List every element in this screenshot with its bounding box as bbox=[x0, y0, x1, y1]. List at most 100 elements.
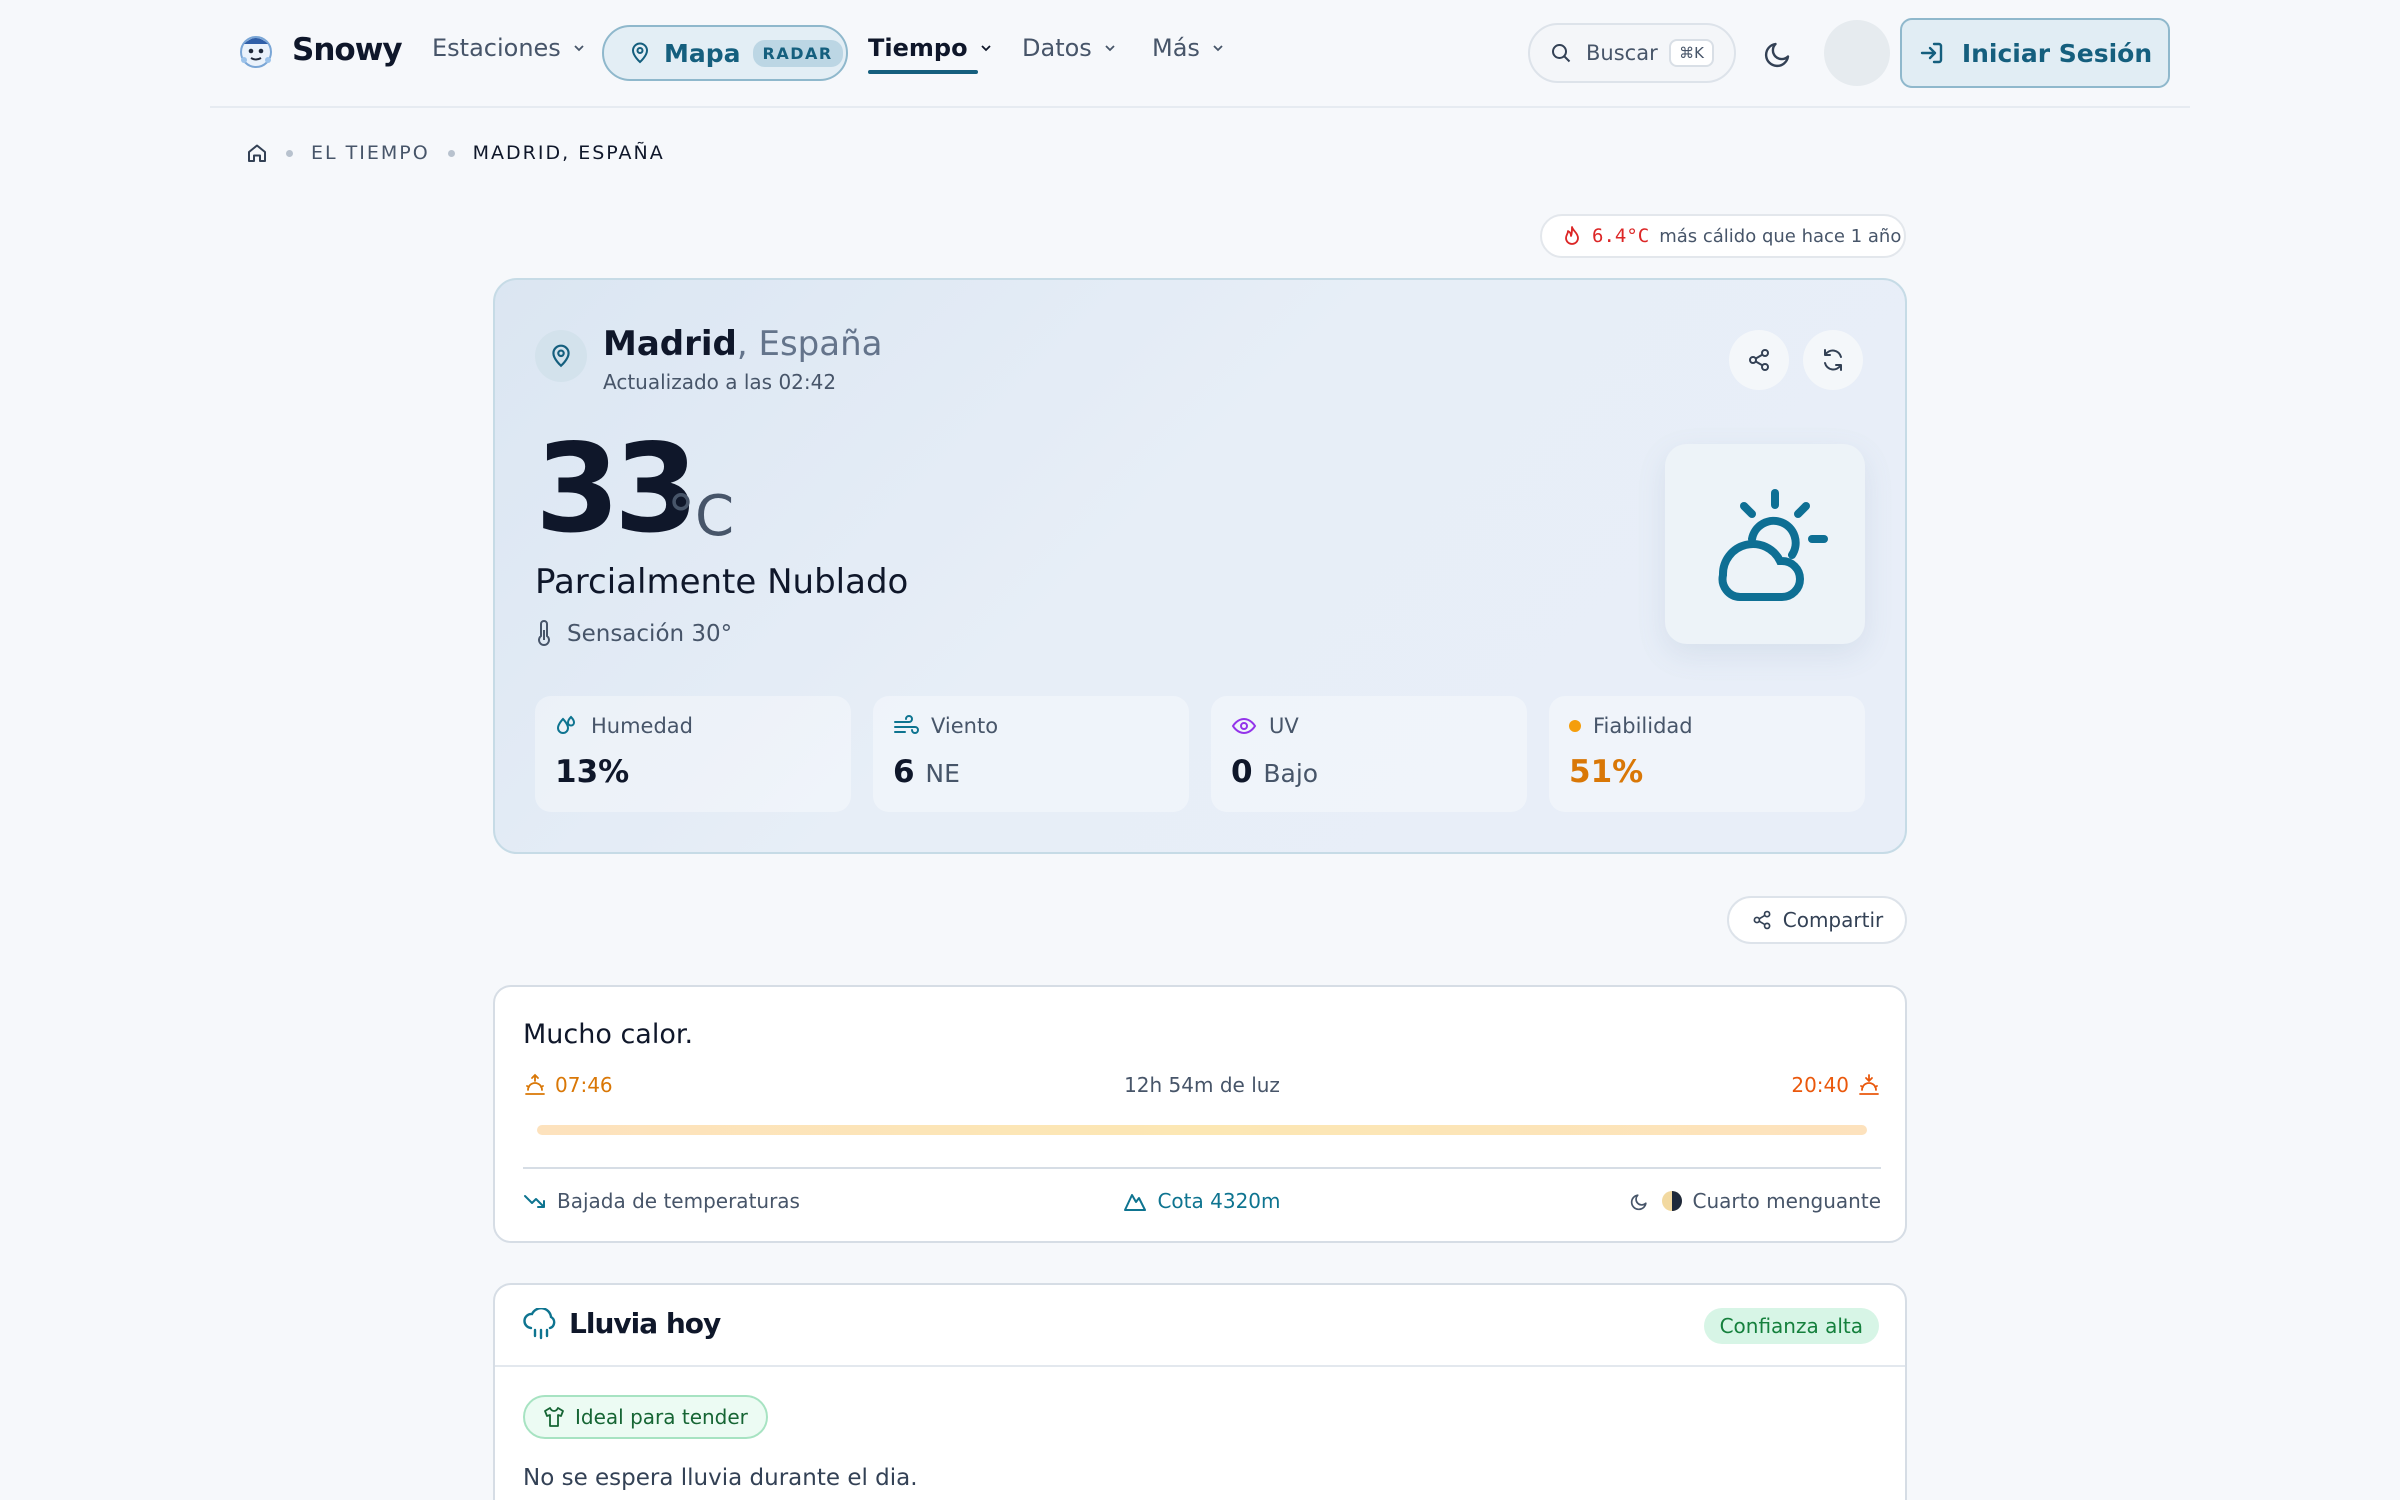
share-icon bbox=[1749, 349, 1769, 371]
chevron-down-icon bbox=[1213, 45, 1223, 52]
login-icon bbox=[1920, 42, 1943, 64]
uv-level: Bajo bbox=[1263, 759, 1319, 788]
location-name: Madrid, España bbox=[603, 324, 883, 364]
chevron-down-icon bbox=[980, 45, 991, 52]
avatar[interactable] bbox=[1824, 20, 1890, 86]
rain-title-label: Lluvia hoy bbox=[569, 1307, 721, 1340]
nav-datos-label: Datos bbox=[1022, 34, 1092, 62]
nav-mapa-label: Mapa bbox=[664, 38, 741, 68]
active-tab-indicator bbox=[868, 70, 978, 74]
laundry-tag: Ideal para tender bbox=[523, 1395, 768, 1439]
wind-direction: NE bbox=[925, 759, 960, 788]
map-pin-icon bbox=[631, 42, 649, 64]
reliability-label: Fiabilidad bbox=[1593, 714, 1693, 738]
moon-phase: Cuarto menguante bbox=[1629, 1189, 1881, 1213]
nav-estaciones-label: Estaciones bbox=[432, 34, 561, 62]
uv-label: UV bbox=[1269, 714, 1299, 738]
refresh-button[interactable] bbox=[1803, 330, 1863, 390]
snow-level-label: Cota 4320m bbox=[1157, 1189, 1281, 1213]
rain-description: No se espera lluvia durante el dia. bbox=[523, 1465, 918, 1491]
weather-condition: Parcialmente Nublado bbox=[535, 562, 909, 602]
partly-cloudy-icon bbox=[1718, 489, 1828, 601]
nav-datos[interactable]: Datos bbox=[1022, 34, 1118, 62]
brand-logo[interactable]: Snowy bbox=[234, 28, 403, 72]
sunset-icon bbox=[1859, 1074, 1879, 1095]
stat-wind: Viento 6 NE bbox=[873, 696, 1189, 812]
sun-times-row: 07:46 12h 54m de luz 20:40 bbox=[523, 1073, 1881, 1103]
mountain-icon bbox=[1124, 1194, 1147, 1211]
eye-icon bbox=[1231, 717, 1257, 735]
divider bbox=[523, 1167, 1881, 1169]
chevron-down-icon bbox=[1105, 45, 1115, 52]
daily-summary-card: Mucho calor. 07:46 12h 54m de luz 20:40 … bbox=[493, 985, 1907, 1243]
wind-label: Viento bbox=[931, 714, 999, 738]
nav-tiempo-label: Tiempo bbox=[868, 34, 968, 62]
radar-badge: RADAR bbox=[752, 39, 843, 67]
nav-mapa-radar[interactable]: Mapa RADAR bbox=[602, 25, 848, 81]
rain-card-header: Lluvia hoy Confianza alta bbox=[495, 1285, 1905, 1367]
breadcrumb-separator bbox=[447, 149, 455, 157]
wind-value: 6 NE bbox=[893, 754, 960, 790]
daylight-bar bbox=[537, 1125, 1867, 1135]
refresh-icon bbox=[1824, 349, 1842, 371]
moon-icon[interactable] bbox=[1762, 36, 1796, 70]
share-button[interactable]: Compartir bbox=[1727, 896, 1907, 944]
chevron-down-icon bbox=[574, 45, 584, 52]
breadcrumb: EL TIEMPO MADRID, ESPAÑA bbox=[246, 142, 665, 164]
search-placeholder: Buscar bbox=[1586, 41, 1658, 65]
uv-value: 0 Bajo bbox=[1231, 754, 1318, 790]
summary-title: Mucho calor. bbox=[523, 1019, 694, 1050]
wind-speed: 6 bbox=[893, 754, 915, 790]
reliability-value: 51% bbox=[1569, 754, 1644, 790]
breadcrumb-current: MADRID, ESPAÑA bbox=[472, 142, 665, 164]
snowman-logo-icon bbox=[240, 36, 272, 68]
sunset: 20:40 bbox=[1791, 1073, 1881, 1097]
sunset-time: 20:40 bbox=[1791, 1073, 1849, 1097]
login-label: Iniciar Sesión bbox=[1961, 38, 2153, 68]
laundry-tag-label: Ideal para tender bbox=[575, 1405, 748, 1429]
thermometer-icon bbox=[538, 620, 550, 646]
humidity-value: 13% bbox=[555, 754, 630, 790]
home-icon[interactable] bbox=[246, 142, 268, 164]
moon-phase-icon bbox=[1661, 1191, 1682, 1211]
city-name: Madrid bbox=[603, 324, 737, 364]
summary-footer: Bajada de temperaturas Cota 4320m Cuarto… bbox=[523, 1189, 1881, 1219]
reliability-dot-icon bbox=[1569, 720, 1581, 732]
breadcrumb-section[interactable]: EL TIEMPO bbox=[311, 142, 430, 164]
daylight-duration: 12h 54m de luz bbox=[1124, 1073, 1280, 1097]
stat-uv: UV 0 Bajo bbox=[1211, 696, 1527, 812]
humidity-label: Humedad bbox=[591, 714, 694, 738]
nav-mas-label: Más bbox=[1152, 34, 1200, 62]
shirt-icon bbox=[544, 1407, 564, 1427]
nav-mas[interactable]: Más bbox=[1152, 34, 1226, 62]
rain-title: Lluvia hoy bbox=[523, 1307, 721, 1340]
search-icon bbox=[1552, 44, 1571, 63]
updated-time: Actualizado a las 02:42 bbox=[603, 370, 837, 394]
country-name: , España bbox=[736, 324, 883, 364]
moon-icon bbox=[1630, 1194, 1647, 1211]
keyboard-shortcut-hint: ⌘K bbox=[1669, 39, 1714, 67]
nav-estaciones[interactable]: Estaciones bbox=[432, 34, 587, 62]
current-weather-card: Madrid, España Actualizado a las 02:42 3… bbox=[493, 278, 1907, 854]
share-label: Compartir bbox=[1782, 908, 1884, 932]
confidence-badge: Confianza alta bbox=[1703, 1308, 1879, 1344]
rain-today-card: Lluvia hoy Confianza alta Ideal para ten… bbox=[493, 1283, 1907, 1500]
flame-icon bbox=[1565, 226, 1579, 245]
weather-icon-tile bbox=[1665, 444, 1865, 644]
location-pin-badge bbox=[535, 330, 587, 382]
year-comparison-badge: 6.4°C más cálido que hace 1 año bbox=[1540, 214, 1906, 258]
feels-like-label: Sensación 30° bbox=[567, 621, 733, 647]
share-icon bbox=[1753, 910, 1771, 930]
comparison-value: 6.4°C bbox=[1592, 225, 1650, 247]
share-icon-button[interactable] bbox=[1729, 330, 1789, 390]
login-button[interactable]: Iniciar Sesión bbox=[1900, 18, 2170, 88]
brand-name: Snowy bbox=[292, 32, 403, 68]
cloud-rain-icon bbox=[523, 1307, 556, 1339]
feels-like: Sensación 30° bbox=[535, 620, 732, 648]
stat-reliability: Fiabilidad 51% bbox=[1549, 696, 1865, 812]
stat-humidity: Humedad 13% bbox=[535, 696, 851, 812]
temperature-unit: °C bbox=[667, 484, 735, 549]
nav-tiempo[interactable]: Tiempo bbox=[868, 34, 994, 62]
search-box[interactable]: Buscar ⌘K bbox=[1528, 23, 1736, 83]
map-pin-icon bbox=[552, 344, 570, 368]
